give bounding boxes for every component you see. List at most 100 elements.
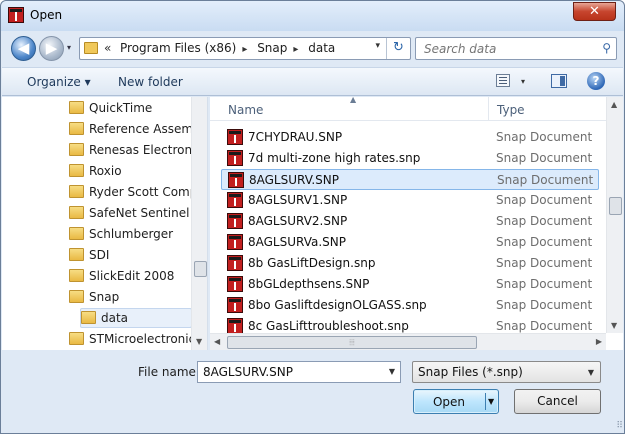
file-row[interactable]: 8bGLdepthsens.SNP Snap Document <box>221 274 599 295</box>
nav-pane-scrollbar[interactable]: ▼ <box>191 97 207 350</box>
organize-menu-button[interactable]: Organize ▾ <box>27 75 91 89</box>
nav-item-reference-assembl[interactable]: Reference Assembl <box>2 119 204 140</box>
sort-ascending-icon: ▲ <box>350 97 357 104</box>
scroll-down-icon[interactable]: ▼ <box>611 321 617 330</box>
nav-item-label: Roxio <box>89 164 122 178</box>
window-title: Open <box>30 8 63 22</box>
nav-item-ryder-scott[interactable]: Ryder Scott Compa <box>2 182 205 203</box>
snap-document-icon <box>227 276 243 292</box>
search-icon[interactable]: ⚲ <box>602 41 611 55</box>
scrollbar-grip-icon: ⦙⦙⦙ <box>349 338 355 347</box>
file-list: ▲ Name Type 7CHYDRAU.SNP Snap Document 7… <box>210 97 623 350</box>
file-row[interactable]: 8AGLSURV1.SNP Snap Document <box>221 190 599 211</box>
back-arrow-icon: ◀ <box>17 39 30 57</box>
view-options-dropdown-icon[interactable]: ▾ <box>521 77 525 86</box>
open-button[interactable]: Open ▼ <box>413 389 499 414</box>
navigation-pane: QuickTime Reference Assembl Renesas Elec… <box>2 97 208 350</box>
open-options-dropdown-icon[interactable]: ▼ <box>488 397 494 406</box>
close-button[interactable]: ✕ <box>573 2 616 21</box>
scrollbar-thumb[interactable]: ⦙⦙⦙ <box>227 336 477 349</box>
breadcrumb-separator-icon[interactable]: ▸ <box>293 44 298 55</box>
file-row[interactable]: 8AGLSURV2.SNP Snap Document <box>221 211 599 232</box>
breadcrumb-item[interactable]: Program Files (x86) <box>120 41 236 55</box>
nav-item-snap[interactable]: Snap <box>2 287 192 308</box>
column-header-type[interactable]: Type <box>497 103 525 117</box>
file-name-dropdown-icon[interactable]: ▼ <box>389 367 395 376</box>
file-name: 8bGLdepthsens.SNP <box>248 277 370 291</box>
breadcrumb-overflow-chevron[interactable]: « <box>104 41 111 55</box>
file-row[interactable]: 8AGLSURVa.SNP Snap Document <box>221 232 599 253</box>
file-row[interactable]: 7CHYDRAU.SNP Snap Document <box>221 127 599 148</box>
column-divider[interactable] <box>488 97 489 121</box>
back-button[interactable]: ◀ <box>11 36 36 61</box>
scroll-up-icon[interactable]: ▲ <box>611 100 617 109</box>
breadcrumb-item[interactable]: data <box>308 41 335 55</box>
scroll-left-icon[interactable]: ◀ <box>214 337 220 346</box>
scrollbar-thumb[interactable] <box>194 261 207 277</box>
new-folder-button[interactable]: New folder <box>118 75 183 89</box>
nav-item-schlumberger[interactable]: Schlumberger <box>2 224 192 245</box>
open-dialog: Open ✕ ◀ ▶ ▾ « Program Files (x86) ▸ Snap… <box>0 0 625 434</box>
folder-icon <box>69 206 84 219</box>
cancel-button[interactable]: Cancel <box>514 389 601 414</box>
file-row[interactable]: 7d multi-zone high rates.snp Snap Docume… <box>221 148 599 169</box>
folder-icon <box>69 290 84 303</box>
change-view-icon[interactable] <box>496 74 510 87</box>
file-type: Snap Document <box>496 319 593 333</box>
forward-arrow-icon: ▶ <box>45 39 58 57</box>
scroll-down-icon[interactable]: ▼ <box>196 337 202 346</box>
file-type-filter-value: Snap Files (*.snp) <box>418 365 523 379</box>
preview-pane-icon[interactable] <box>551 74 567 88</box>
file-type: Snap Document <box>496 277 593 291</box>
file-type-filter-select[interactable]: Snap Files (*.snp) ▼ <box>412 361 601 383</box>
nav-item-label: SlickEdit 2008 <box>89 269 175 283</box>
breadcrumb: Program Files (x86) ▸ Snap ▸ data <box>120 41 341 55</box>
file-type: Snap Document <box>496 214 593 228</box>
forward-button[interactable]: ▶ <box>39 36 64 61</box>
file-row[interactable]: 8b GasLiftDesign.snp Snap Document <box>221 253 599 274</box>
nav-item-renesas-electronics[interactable]: Renesas Electronics <box>2 140 207 161</box>
search-input[interactable] <box>422 40 592 57</box>
address-dropdown-icon[interactable]: ▾ <box>375 41 380 51</box>
file-name: 8c GasLifttroubleshoot.snp <box>248 319 409 333</box>
snap-document-icon <box>227 213 243 229</box>
column-header-name[interactable]: Name <box>228 103 263 117</box>
chevron-down-icon: ▼ <box>587 368 594 377</box>
nav-item-label: Schlumberger <box>89 227 174 241</box>
nav-item-sdi[interactable]: SDI <box>2 245 192 266</box>
file-row-selected[interactable]: 8AGLSURV.SNP Snap Document <box>221 169 599 190</box>
refresh-button[interactable]: ↻ <box>386 38 410 59</box>
snap-document-icon <box>227 129 243 145</box>
file-list-horizontal-scrollbar[interactable]: ◀ ⦙⦙⦙ ▶ <box>210 333 606 350</box>
nav-item-quicktime[interactable]: QuickTime <box>2 98 192 119</box>
scrollbar-thumb[interactable] <box>609 197 622 215</box>
close-icon: ✕ <box>589 4 600 19</box>
file-type: Snap Document <box>496 151 593 165</box>
title-bar: Open ✕ <box>1 1 624 31</box>
file-name-field[interactable] <box>201 364 381 380</box>
nav-item-stmicroelectronics[interactable]: STMicroelectronics <box>2 329 201 350</box>
nav-item-roxio[interactable]: Roxio <box>2 161 192 182</box>
file-list-vertical-scrollbar[interactable]: ▲ ▼ <box>606 97 623 333</box>
file-name: 7CHYDRAU.SNP <box>248 130 343 144</box>
file-type: Snap Document <box>496 130 593 144</box>
nav-item-label: QuickTime <box>89 101 153 115</box>
nav-item-data[interactable]: data <box>2 308 192 329</box>
folder-icon <box>69 122 84 135</box>
help-icon[interactable]: ? <box>587 72 605 90</box>
address-bar[interactable]: « Program Files (x86) ▸ Snap ▸ data ▾ ↻ <box>79 37 411 60</box>
file-name-combobox[interactable]: ▼ <box>197 361 401 383</box>
nav-item-label: Reference Assembl <box>89 122 204 136</box>
snap-document-icon <box>228 172 244 188</box>
nav-item-label: data <box>101 311 129 325</box>
search-box[interactable]: ⚲ <box>415 37 617 60</box>
file-row[interactable]: 8bo GasliftdesignOLGASS.snp Snap Documen… <box>221 295 599 316</box>
breadcrumb-item[interactable]: Snap <box>257 41 287 55</box>
folder-icon <box>69 185 84 198</box>
nav-item-safenet-sentinel[interactable]: SafeNet Sentinel <box>2 203 192 224</box>
nav-item-slickedit-2008[interactable]: SlickEdit 2008 <box>2 266 192 287</box>
recent-locations-dropdown[interactable]: ▾ <box>67 43 77 55</box>
breadcrumb-separator-icon[interactable]: ▸ <box>242 44 247 55</box>
resize-grip-icon[interactable]: ⠿ <box>616 421 623 431</box>
scroll-right-icon[interactable]: ▶ <box>596 337 602 346</box>
